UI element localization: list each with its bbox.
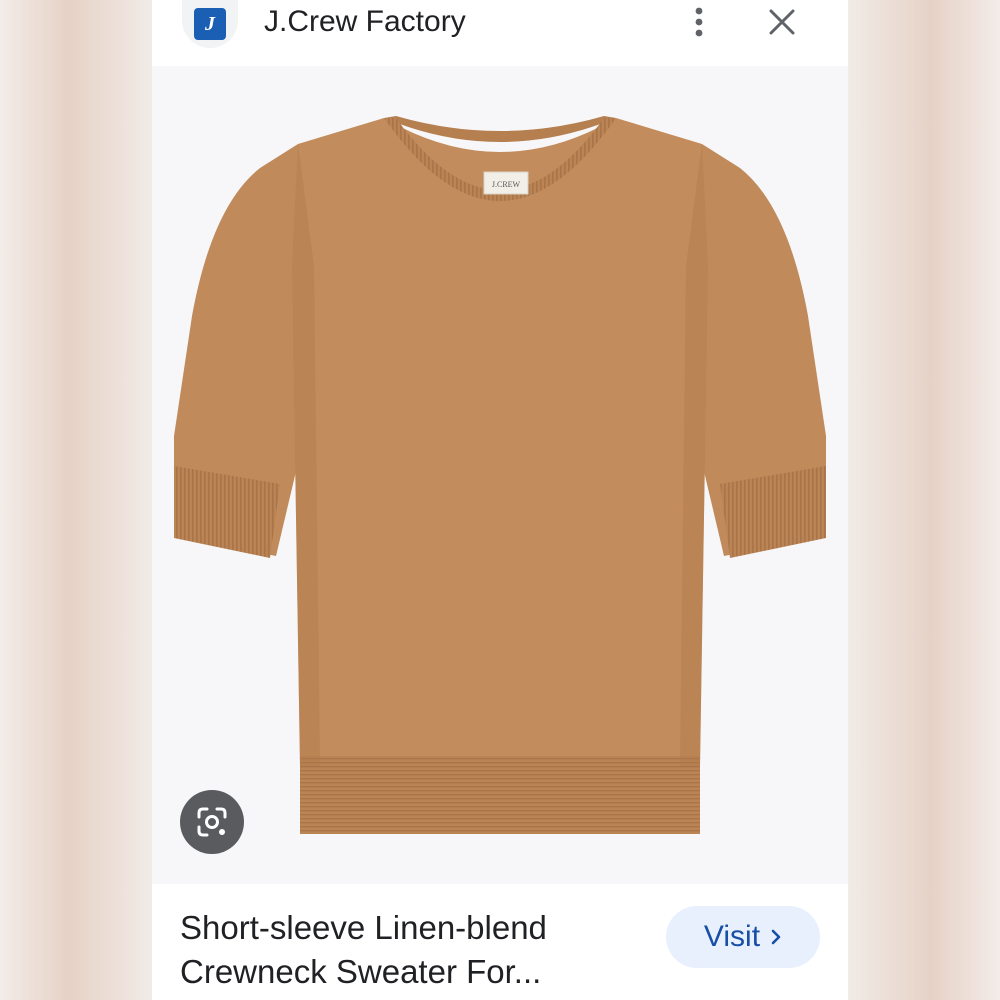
garment-label-text: J.CREW xyxy=(492,180,521,189)
google-lens-icon[interactable] xyxy=(180,790,244,854)
result-footer: Short-sleeve Linen-blend Crewneck Sweate… xyxy=(152,884,848,1000)
visit-button-label: Visit xyxy=(703,920,761,953)
blurred-background-right xyxy=(848,0,1000,1000)
blurred-background-left xyxy=(0,0,152,1000)
close-icon[interactable] xyxy=(764,4,800,40)
product-title-line-2: Crewneck Sweater For... xyxy=(180,953,542,990)
image-preview-card: J J.Crew Factory J.CREW Short-sleeve Lin… xyxy=(152,0,848,1000)
product-title-line-1: Short-sleeve Linen-blend xyxy=(180,909,547,946)
product-image[interactable]: J.CREW xyxy=(152,66,848,884)
product-title[interactable]: Short-sleeve Linen-blend Crewneck Sweate… xyxy=(180,906,620,994)
sweater-photo: J.CREW xyxy=(174,116,826,834)
preview-header: J J.Crew Factory xyxy=(152,0,848,66)
site-name[interactable]: J.Crew Factory xyxy=(264,2,466,42)
site-favicon: J xyxy=(182,0,238,48)
visit-button[interactable]: Visit xyxy=(666,906,820,968)
chevron-right-icon xyxy=(771,929,781,945)
jcrew-logo-icon: J xyxy=(194,8,226,40)
more-vert-icon[interactable] xyxy=(684,4,714,40)
